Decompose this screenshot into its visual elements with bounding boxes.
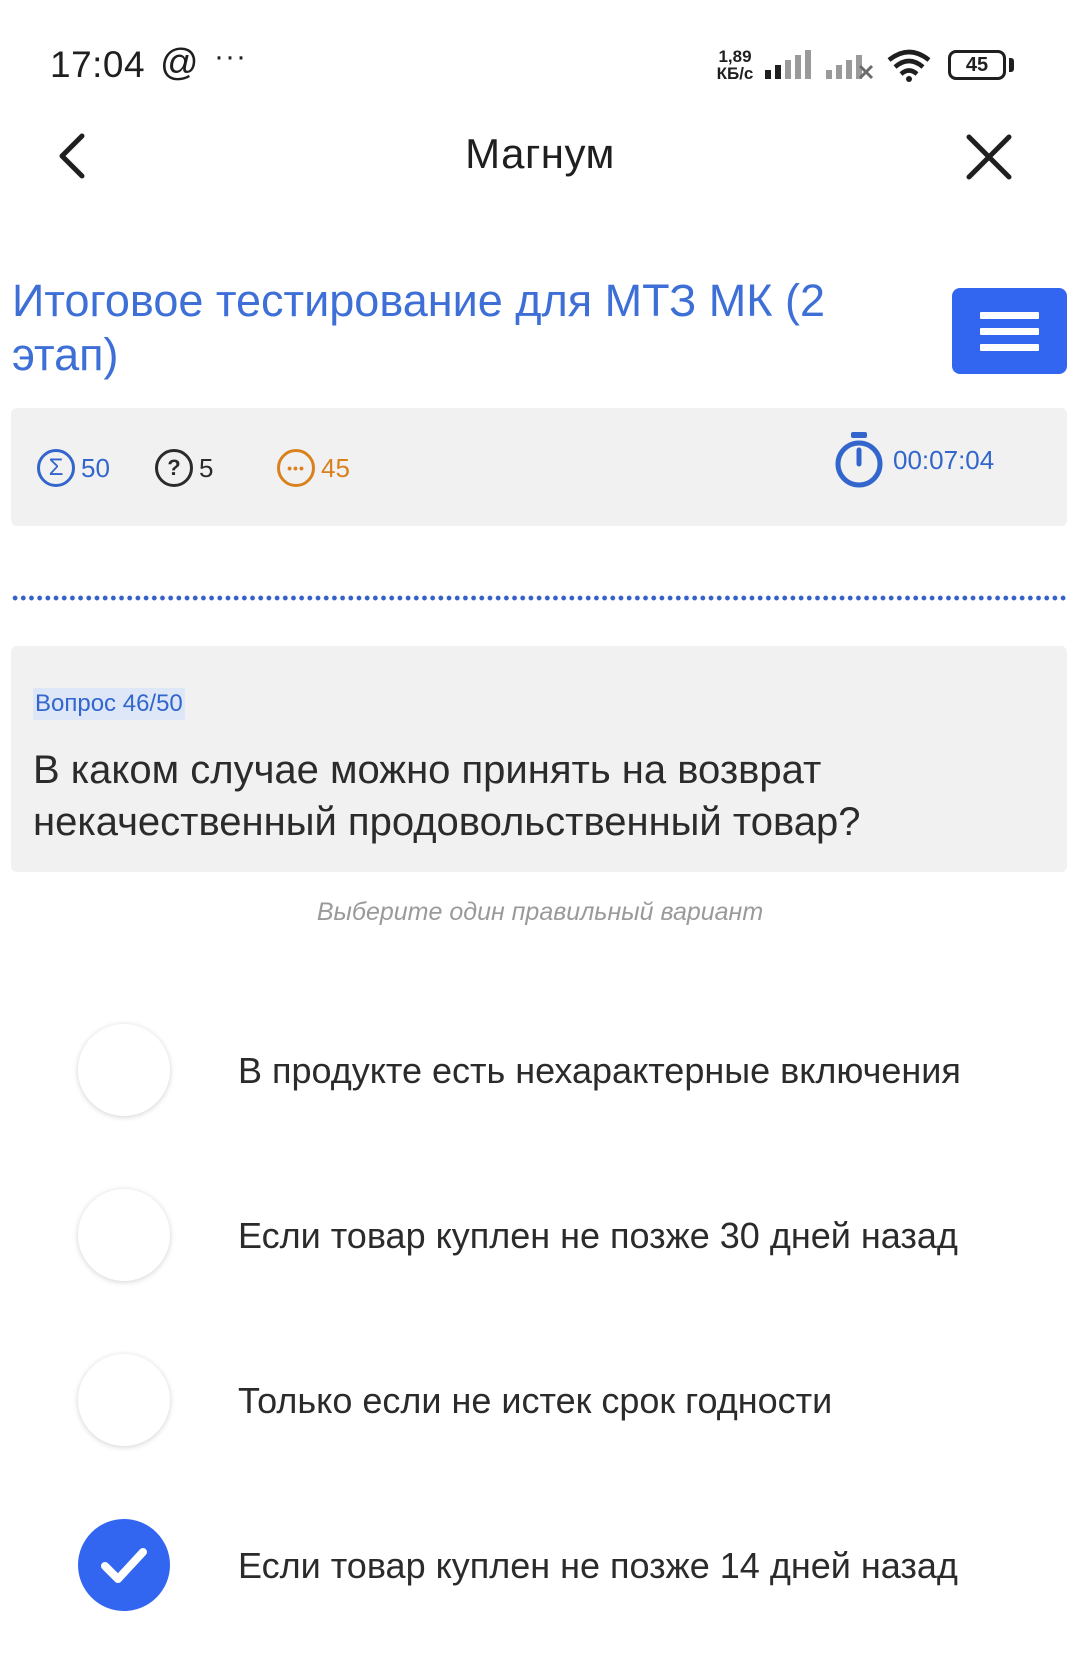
radio-button-unchecked[interactable] (78, 1024, 170, 1116)
stopwatch-icon (835, 432, 883, 488)
battery-icon: 45 (948, 50, 1006, 80)
answer-option-label: В продукте есть нехарактерные включения (238, 1050, 961, 1091)
status-time: 17:04 (50, 44, 146, 85)
stat-answered-questions: ? 5 (155, 446, 213, 490)
test-stats-bar: Σ 50 ? 5 ••• 45 00:07:04 (11, 408, 1067, 526)
close-icon[interactable] (964, 132, 1014, 182)
stat-total-value: 50 (81, 452, 110, 483)
answer-option-4[interactable]: Если товар куплен не позже 14 дней назад (0, 1501, 1080, 1621)
menu-button[interactable] (952, 288, 1067, 374)
stat-total-questions: Σ 50 (37, 446, 110, 490)
wifi-icon (887, 49, 931, 82)
answer-option-1[interactable]: В продукте есть нехарактерные включения (0, 1006, 1080, 1126)
timer-value: 00:07:04 (893, 444, 995, 475)
at-icon: @ (160, 42, 199, 84)
battery-level: 45 (965, 54, 989, 76)
sigma-icon: Σ (37, 449, 75, 487)
network-speed-unit: КБ/с (716, 64, 754, 83)
radio-button-unchecked[interactable] (78, 1354, 170, 1446)
radio-button-checked[interactable] (78, 1519, 170, 1611)
ellipsis-icon: ••• (277, 449, 315, 487)
answer-option-3[interactable]: Только если не истек срок годности (0, 1336, 1080, 1456)
network-speed: 1,89 КБ/с (714, 48, 756, 82)
stat-timer: 00:07:04 (833, 432, 995, 488)
question-card: Вопрос 46/50 В каком случае можно принят… (11, 646, 1067, 872)
cellular-signal-no-service-icon (826, 55, 874, 80)
status-bar: 17:04 @ ··· 1,89 КБ/с 45 (0, 0, 1080, 100)
more-notifications-icon: ··· (214, 40, 247, 73)
dotted-divider (11, 595, 1067, 601)
test-title: Итоговое тестирование для МТЗ МК (2 этап… (12, 275, 826, 380)
battery-tip (1009, 58, 1014, 72)
stat-answered-value: 5 (199, 452, 214, 483)
network-speed-value: 1,89 (718, 47, 752, 66)
answer-option-label: Только если не истек срок годности (238, 1380, 833, 1421)
answer-option-2[interactable]: Если товар куплен не позже 30 дней назад (0, 1171, 1080, 1291)
question-mark-icon: ? (155, 449, 193, 487)
radio-button-unchecked[interactable] (78, 1189, 170, 1281)
stat-remaining-value: 45 (321, 452, 350, 483)
question-number: Вопрос 46/50 (33, 688, 185, 720)
page-title: Магнум (465, 130, 615, 177)
app-header: Магнум (0, 100, 1080, 210)
answer-hint: Выберите один правильный вариант (316, 898, 764, 926)
answer-option-label: Если товар куплен не позже 14 дней назад (238, 1545, 958, 1586)
cellular-signal-icon (765, 50, 811, 79)
answer-option-label: Если товар куплен не позже 30 дней назад (238, 1215, 958, 1256)
checkmark-icon (101, 1548, 147, 1583)
question-text: В каком случае можно принять на возврат … (33, 748, 861, 844)
test-screen: 17:04 @ ··· 1,89 КБ/с 45 Магнум Итоговое… (0, 0, 1080, 1668)
stat-remaining-questions: ••• 45 (277, 446, 350, 490)
